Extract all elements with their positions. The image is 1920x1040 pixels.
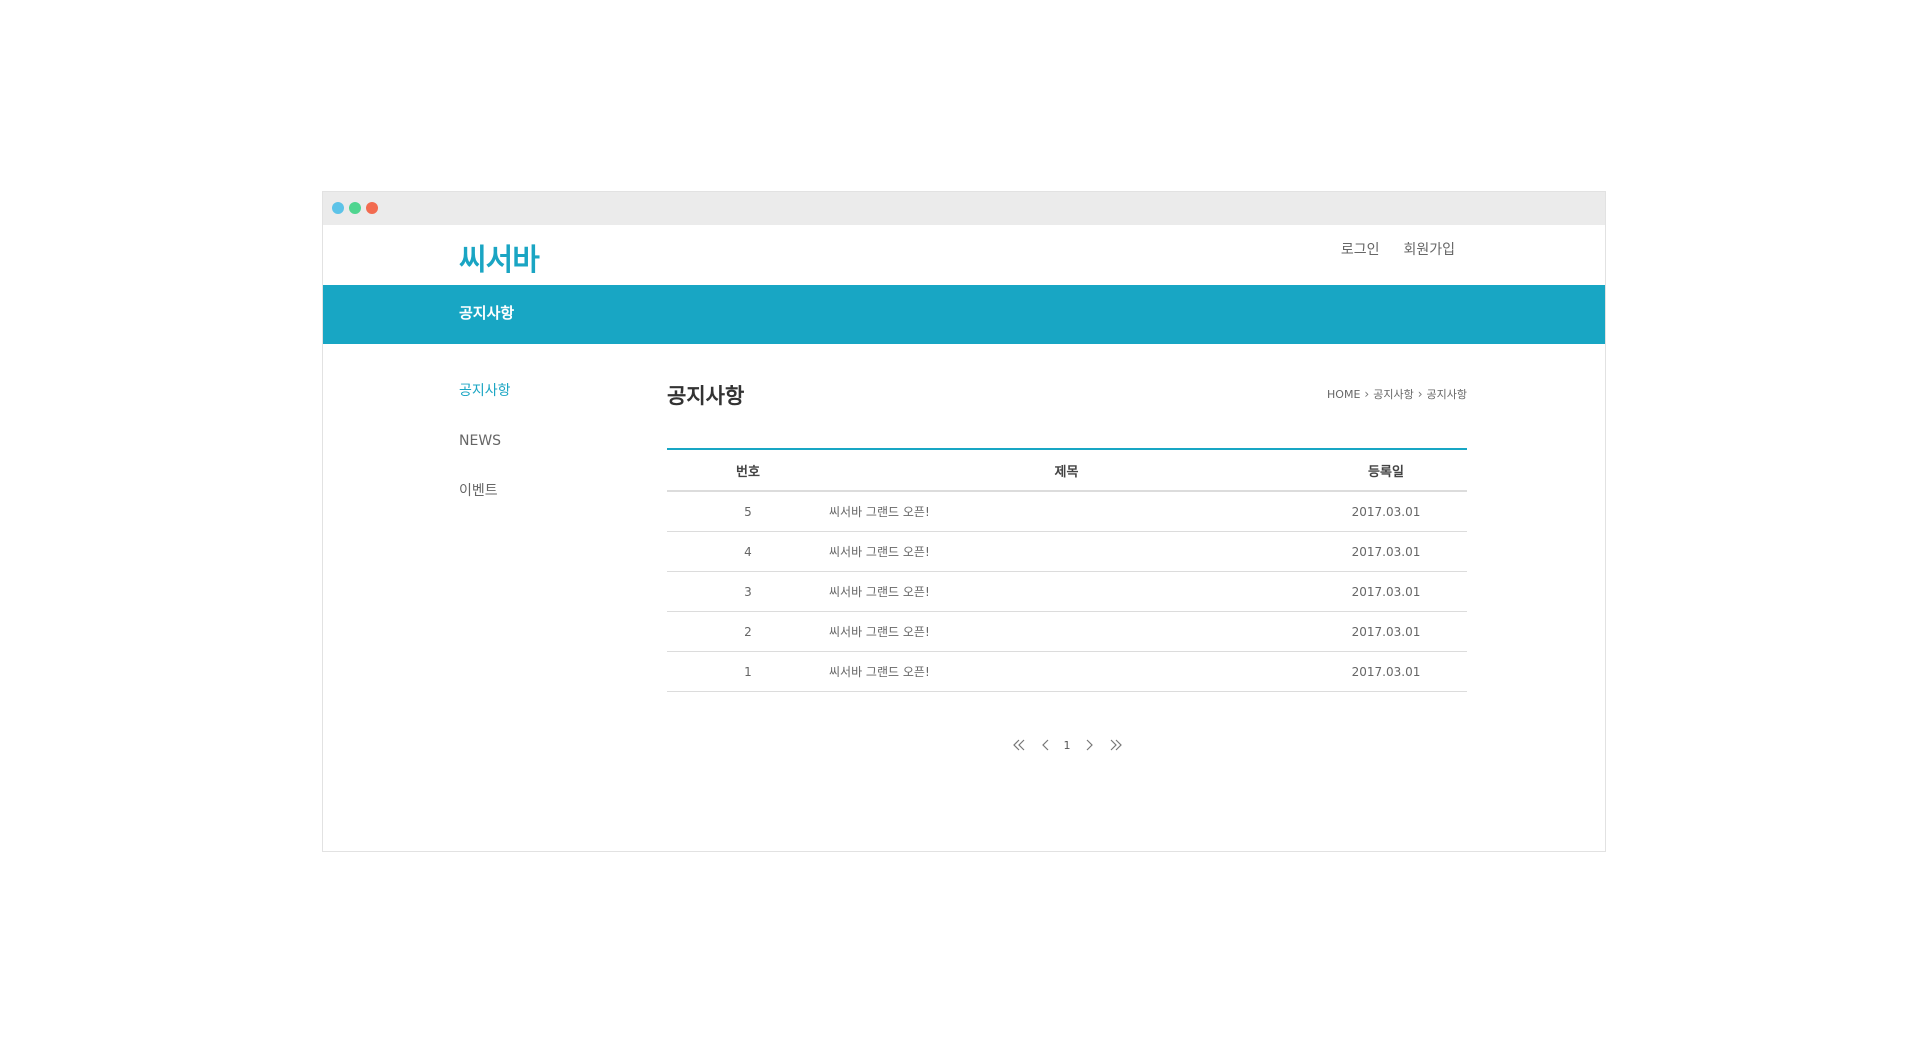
- column-header-date: 등록일: [1305, 449, 1467, 492]
- last-page-icon[interactable]: [1107, 737, 1123, 753]
- breadcrumb-item[interactable]: 공지사항: [1373, 386, 1413, 402]
- row-date: 2017.03.01: [1305, 651, 1467, 692]
- top-links: 로그인 회원가입: [1341, 239, 1455, 259]
- section-banner: 공지사항: [323, 285, 1605, 344]
- column-header-number: 번호: [667, 449, 829, 492]
- content-area: 공지사항 NEWS 이벤트 공지사항 HOME › 공지사항 › 공지사항 번호…: [323, 344, 1605, 851]
- login-link[interactable]: 로그인: [1341, 239, 1380, 259]
- window-dot-blue[interactable]: [332, 202, 344, 214]
- row-date: 2017.03.01: [1305, 571, 1467, 612]
- browser-window: 씨서바 로그인 회원가입 공지사항 공지사항 NEWS 이벤트 공지사항 HOM…: [322, 191, 1606, 852]
- table-row[interactable]: 3 씨서바 그랜드 오픈! 2017.03.01: [667, 571, 1467, 612]
- table-row[interactable]: 2 씨서바 그랜드 오픈! 2017.03.01: [667, 611, 1467, 652]
- first-page-icon[interactable]: [1012, 737, 1028, 753]
- breadcrumb-current: 공지사항: [1426, 388, 1467, 401]
- sidebar-item-news[interactable]: NEWS: [459, 432, 511, 451]
- browser-titlebar: [323, 192, 1605, 225]
- table-row[interactable]: 4 씨서바 그랜드 오픈! 2017.03.01: [667, 531, 1467, 572]
- row-number: 4: [667, 531, 829, 572]
- row-title-link[interactable]: 씨서바 그랜드 오픈!: [829, 651, 1305, 692]
- page-number-current[interactable]: 1: [1064, 739, 1071, 752]
- table-row[interactable]: 5 씨서바 그랜드 오픈! 2017.03.01: [667, 491, 1467, 532]
- site-header: 씨서바 로그인 회원가입: [323, 225, 1605, 285]
- signup-link[interactable]: 회원가입: [1403, 239, 1455, 259]
- row-date: 2017.03.01: [1305, 491, 1467, 532]
- sidebar-item-event[interactable]: 이벤트: [459, 482, 511, 501]
- notice-table: 번호 제목 등록일 5 씨서바 그랜드 오픈! 2017.03.01 4 씨서바…: [667, 448, 1467, 692]
- row-number: 2: [667, 611, 829, 652]
- row-date: 2017.03.01: [1305, 611, 1467, 652]
- row-number: 1: [667, 651, 829, 692]
- row-number: 3: [667, 571, 829, 612]
- pagination: 1: [667, 737, 1467, 753]
- row-title-link[interactable]: 씨서바 그랜드 오픈!: [829, 571, 1305, 612]
- breadcrumb: HOME › 공지사항 › 공지사항: [1327, 386, 1467, 402]
- banner-title: 공지사항: [459, 304, 515, 322]
- table-header-row: 번호 제목 등록일: [667, 449, 1467, 492]
- table-row[interactable]: 1 씨서바 그랜드 오픈! 2017.03.01: [667, 651, 1467, 692]
- next-page-icon[interactable]: [1081, 737, 1097, 753]
- window-dot-red[interactable]: [366, 202, 378, 214]
- sidebar: 공지사항 NEWS 이벤트: [459, 382, 511, 532]
- site-logo[interactable]: 씨서바: [459, 235, 540, 279]
- prev-page-icon[interactable]: [1038, 737, 1054, 753]
- sidebar-item-notice[interactable]: 공지사항: [459, 382, 511, 401]
- row-date: 2017.03.01: [1305, 531, 1467, 572]
- chevron-right-icon: ›: [1364, 387, 1370, 401]
- row-title-link[interactable]: 씨서바 그랜드 오픈!: [829, 531, 1305, 572]
- column-header-title: 제목: [829, 449, 1305, 492]
- breadcrumb-home[interactable]: HOME: [1327, 388, 1360, 401]
- row-title-link[interactable]: 씨서바 그랜드 오픈!: [829, 611, 1305, 652]
- chevron-right-icon: ›: [1417, 387, 1423, 401]
- row-number: 5: [667, 491, 829, 532]
- row-title-link[interactable]: 씨서바 그랜드 오픈!: [829, 491, 1305, 532]
- main-panel: 공지사항 HOME › 공지사항 › 공지사항 번호 제목 등록일 5 씨서바 …: [667, 382, 1467, 752]
- window-dot-green[interactable]: [349, 202, 361, 214]
